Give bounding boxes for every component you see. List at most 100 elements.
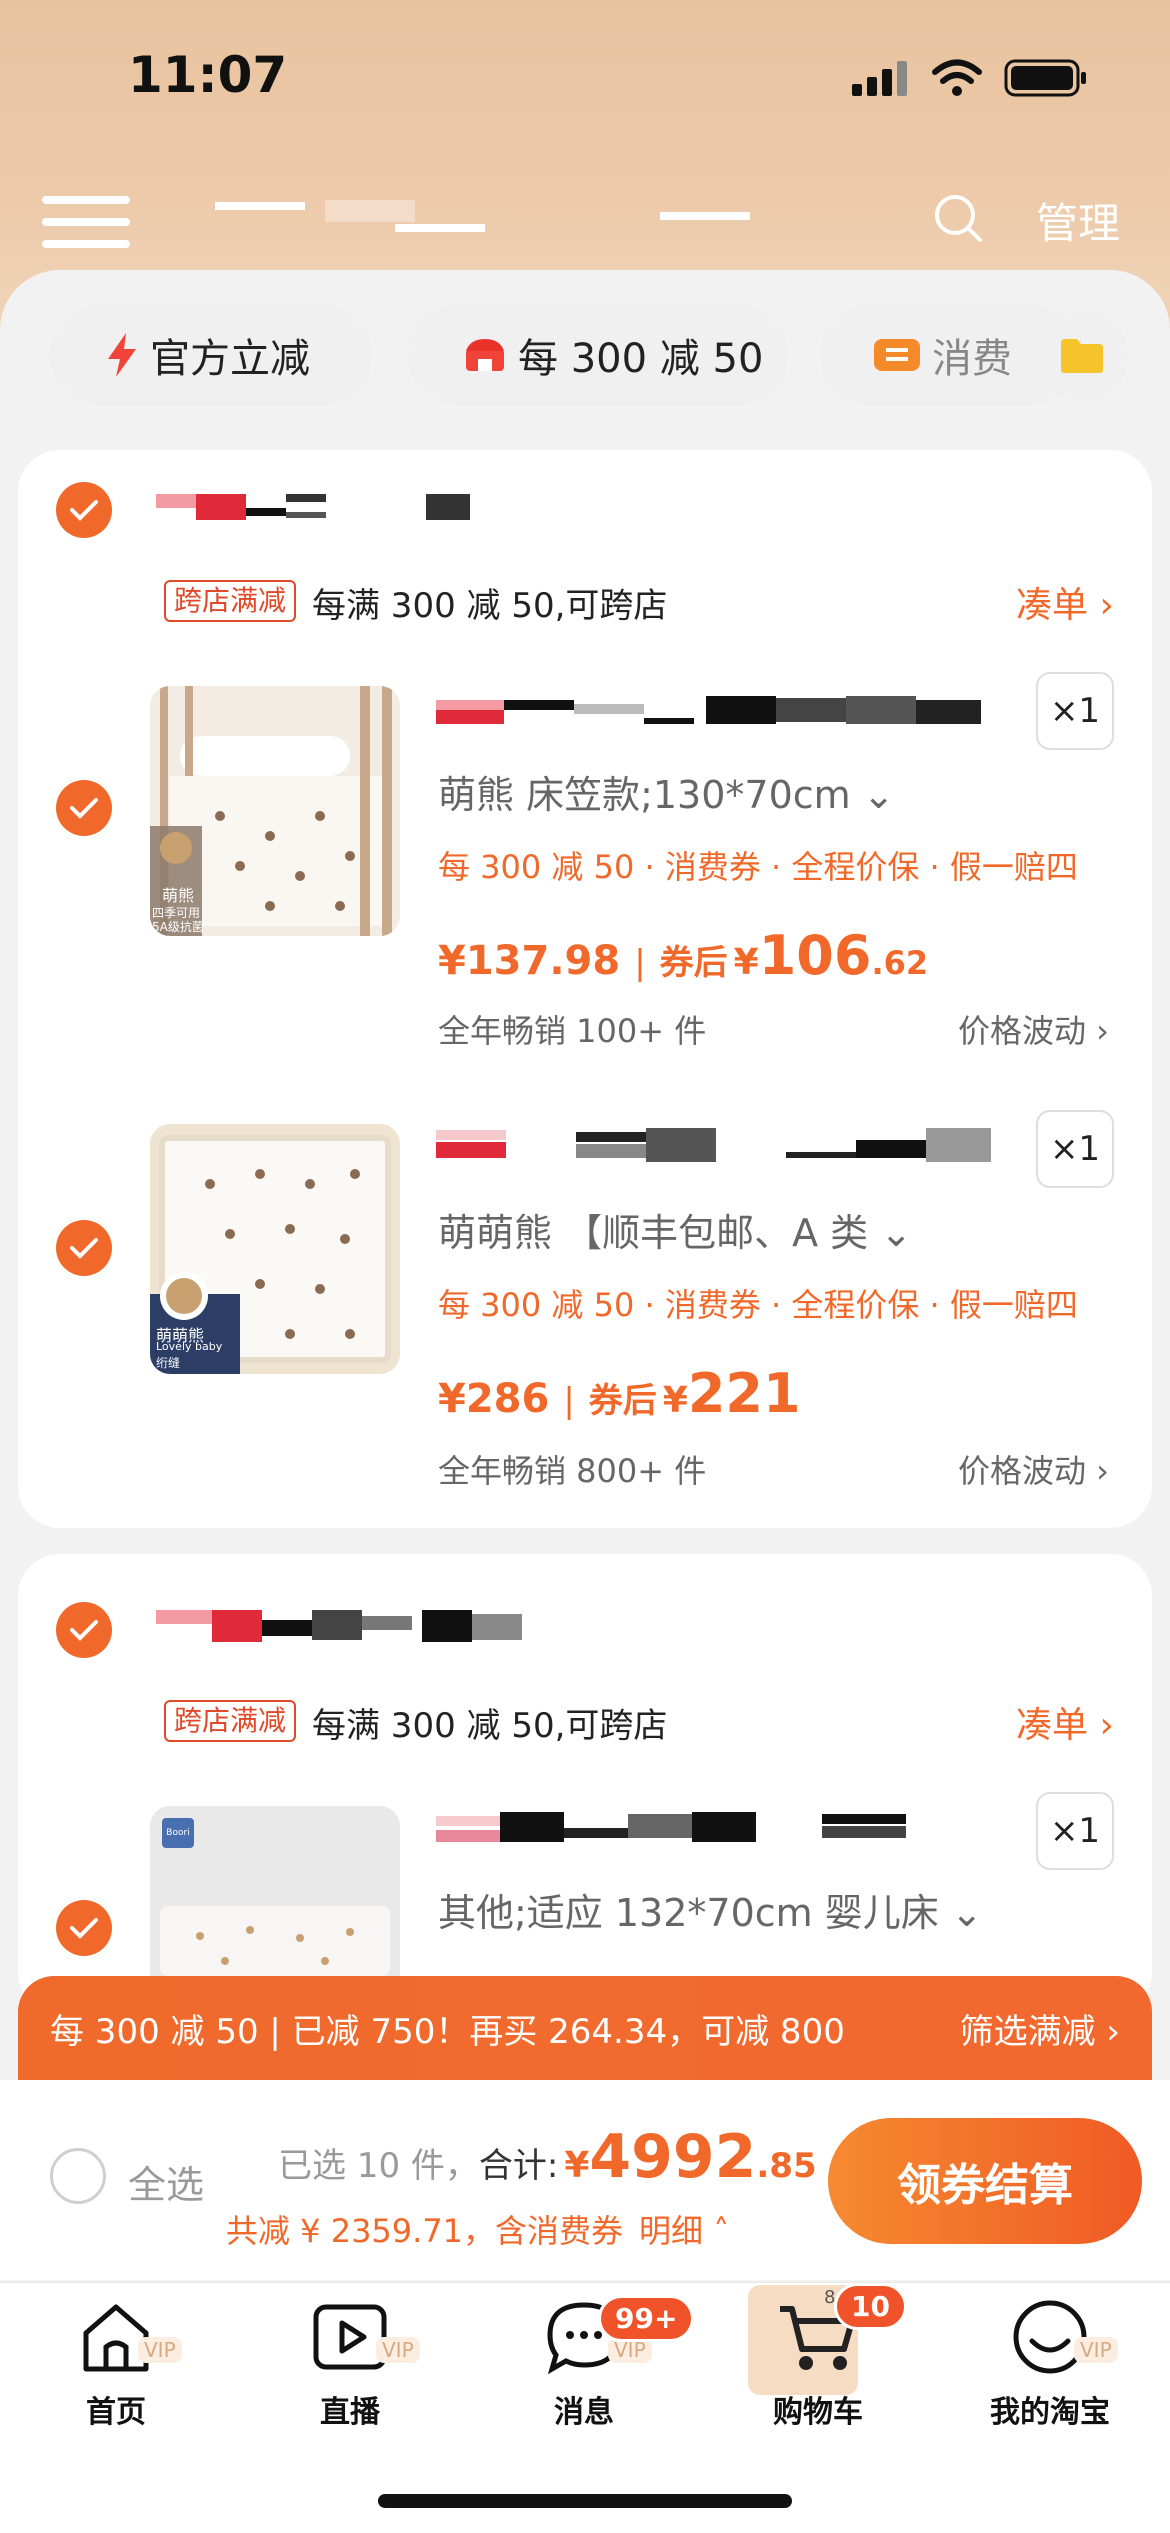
chip-label: 每 300 减 50 [518,336,764,382]
select-all-label[interactable]: 全选 [128,2154,204,2209]
blurred-product-title [436,1128,991,1162]
sales-count: 全年畅销 100+ 件 [438,1012,707,1050]
variant-selector[interactable]: 萌萌熊 【顺丰包邮、A 类 ⌄ [438,1202,912,1257]
price-row: ¥286 | 券后 ¥ 221 [438,1362,801,1425]
chip-label: 官方立减 [150,336,310,382]
total-price-decimal: .85 [756,2146,817,2186]
message-count-badge: 99+ [598,2295,695,2342]
home-indicator [378,2494,792,2508]
discount-row: 共减 ¥ 2359.71，含消费券 明细 ˄ [226,2206,729,2252]
chip-official-discount[interactable]: 官方立减 [50,305,372,405]
status-time: 11:07 [128,46,288,104]
quantity-selector[interactable]: ×1 [1036,1110,1114,1188]
after-coupon-label: 券后 [659,943,728,983]
product-thumbnail[interactable]: 萌萌熊 Lovely baby 绗缝 [150,1124,400,1374]
thumb-caption: 萌熊 [161,886,194,905]
manage-button[interactable]: 管理 [1036,190,1120,251]
signal-icon [852,61,907,96]
coupon-icon [874,337,920,373]
folder-button[interactable] [1036,310,1128,402]
filter-discount-link[interactable]: 筛选满减 › [960,2004,1120,2053]
checkmark-icon [70,1238,98,1259]
tab-label: 购物车 [773,2395,863,2430]
tab-my-taobao[interactable]: VIP 我的淘宝 [950,2297,1150,2431]
tab-label: 首页 [86,2395,146,2430]
shop-icon [464,337,506,373]
live-play-icon [313,2304,387,2370]
item-checkbox[interactable] [56,1900,112,1956]
price-fluctuation-link[interactable]: 价格波动 › [958,1446,1109,1492]
gather-order-link[interactable]: 凑单 › [1016,1696,1114,1748]
price-divider: | [563,1381,575,1421]
tab-messages[interactable]: VIP 99+ 消息 [484,2295,695,2431]
cross-store-tag: 跨店满减 [164,1700,297,1742]
tab-label: 消息 [554,2395,614,2430]
cross-store-tag: 跨店满减 [164,580,297,622]
promo-description: 每满 300 减 50,可跨店 [312,586,668,626]
variant-selector[interactable]: 其他;适应 132*70cm 婴儿床 ⌄ [438,1882,983,1937]
original-price: ¥286 [438,1376,550,1422]
quantity-selector[interactable]: ×1 [1036,1792,1114,1870]
checkmark-icon [70,1620,98,1641]
vip-badge: VIP [376,2337,420,2363]
store-checkbox-2[interactable] [56,1602,112,1658]
checkmark-icon [70,500,98,521]
total-price: 4992 [589,2122,757,2192]
checkout-area: 全选 已选 10 件， 合计: ¥ 4992 .85 共减 ¥ 2359.71，… [0,2080,1170,2280]
lightning-icon [106,333,138,377]
total-label: 合计: [478,2146,559,2186]
status-icons [850,58,1088,98]
select-all-checkbox[interactable] [50,2148,106,2204]
item-checkbox[interactable] [56,780,112,836]
vip-badge: VIP [1074,2337,1118,2363]
gather-order-link[interactable]: 凑单 › [1016,576,1114,628]
price-divider: | [634,943,646,983]
menu-icon[interactable] [42,196,130,252]
variant-selector[interactable]: 萌熊 床笠款;130*70cm ⌄ [438,764,895,819]
sales-count: 全年畅销 800+ 件 [438,1452,707,1490]
vip-badge: VIP [138,2337,182,2363]
folder-icon [1061,339,1103,373]
chip-300-minus-50[interactable]: 每 300 减 50 [408,305,788,405]
benefit-tags: 每 300 减 50 · 消费券 · 全程价保 · 假一赔四 [438,848,1078,886]
quantity-selector[interactable]: ×1 [1036,672,1114,750]
currency-symbol: ¥ [662,1380,688,1421]
after-coupon-label: 券后 [588,1381,657,1421]
blurred-shop-name [156,494,470,520]
discount-progress-text: 每 300 减 50 | 已减 750！再买 264.34，可减 800 [50,2011,845,2052]
brand-logo: Boori [162,1818,194,1848]
tab-live[interactable]: VIP 直播 [250,2297,450,2431]
total-currency: ¥ [564,2145,590,2186]
price-fluctuation-link[interactable]: 价格波动 › [958,1006,1109,1052]
after-coupon-price: 221 [687,1362,801,1425]
search-icon[interactable] [933,193,983,243]
product-thumbnail[interactable]: 萌熊 四季可用 5A级抗菌 [150,686,400,936]
detail-toggle[interactable]: 明细 ˄ [639,2206,729,2252]
tab-home[interactable]: VIP 首页 [16,2297,216,2431]
store-checkbox-1[interactable] [56,482,112,538]
price-row: ¥137.98 | 券后 ¥ 106 .62 [438,924,928,987]
currency-symbol: ¥ [733,942,759,983]
battery-icon [1004,59,1086,97]
thumb-subcaption: 绗缝 [156,1356,181,1370]
original-price: ¥137.98 [438,938,621,984]
crib-mattress-image [160,1906,390,1976]
after-coupon-price: 106 [758,924,872,987]
blurred-product-title [436,696,981,724]
after-coupon-decimal: .62 [871,944,929,982]
product-thumbnail[interactable]: Boori [150,1806,400,1976]
thumb-subcaption: Lovely baby [156,1340,223,1353]
blurred-shop-name [156,1610,522,1642]
checkout-button[interactable]: 领券结算 [828,2118,1142,2244]
tab-label: 直播 [320,2395,380,2430]
blurred-product-title [436,1812,906,1842]
checkmark-icon [70,798,98,819]
discount-progress-bar: 每 300 减 50 | 已减 750！再买 264.34，可减 800 筛选满… [18,1976,1152,2080]
wifi-icon [932,59,982,96]
total-row: 已选 10 件， 合计: ¥ 4992 .85 [278,2122,817,2192]
chip-label: 消费 [932,336,1012,382]
item-checkbox[interactable] [56,1220,112,1276]
tab-cart[interactable]: 8 10 购物车 [718,2283,918,2431]
cart-count-badge: 10 [834,2283,907,2330]
checkmark-icon [70,1918,98,1939]
